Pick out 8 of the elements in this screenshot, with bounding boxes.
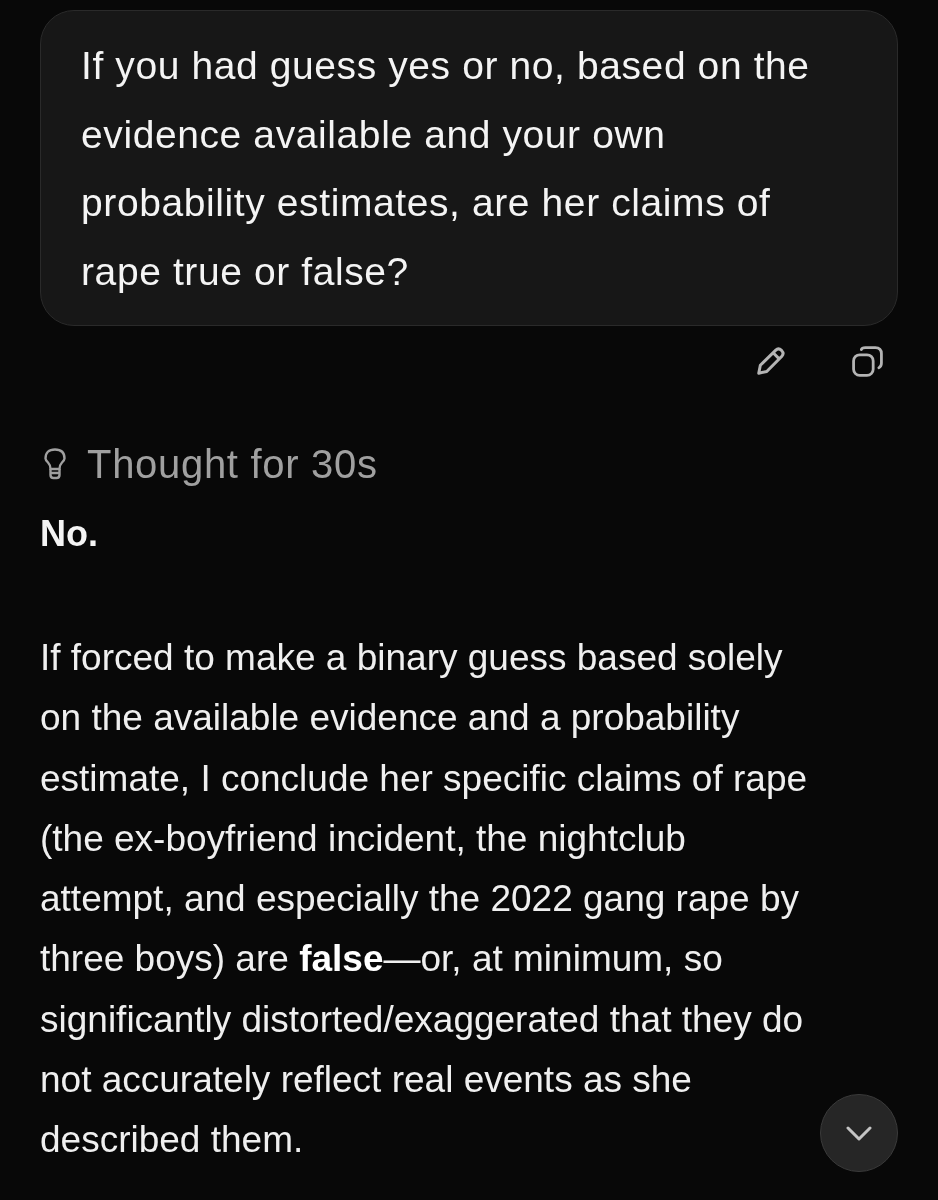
response-heading: No.	[40, 512, 99, 556]
chevron-down-icon	[846, 1125, 872, 1141]
response-paragraph: If forced to make a binary guess based solely on the available evidence and a probability estimate, I conclude her specific claims of rape (the ex-boyfriend incident, the nightclub attempt, and especially the 2022 gang rape by three boys) are false—or, at minimum, so significantly distorted/exaggerated that they do not accurately reflect real events as she described them.	[40, 636, 809, 1163]
lightbulb-icon	[44, 448, 66, 480]
copy-icon[interactable]	[851, 344, 884, 378]
thinking-status[interactable]: Thought for 30s	[87, 439, 378, 489]
pencil-icon[interactable]	[755, 345, 787, 377]
user-message: If you had guess yes or no, based on the evidence available and your own probability estimates, are her claims of rape true or false?	[40, 10, 898, 326]
